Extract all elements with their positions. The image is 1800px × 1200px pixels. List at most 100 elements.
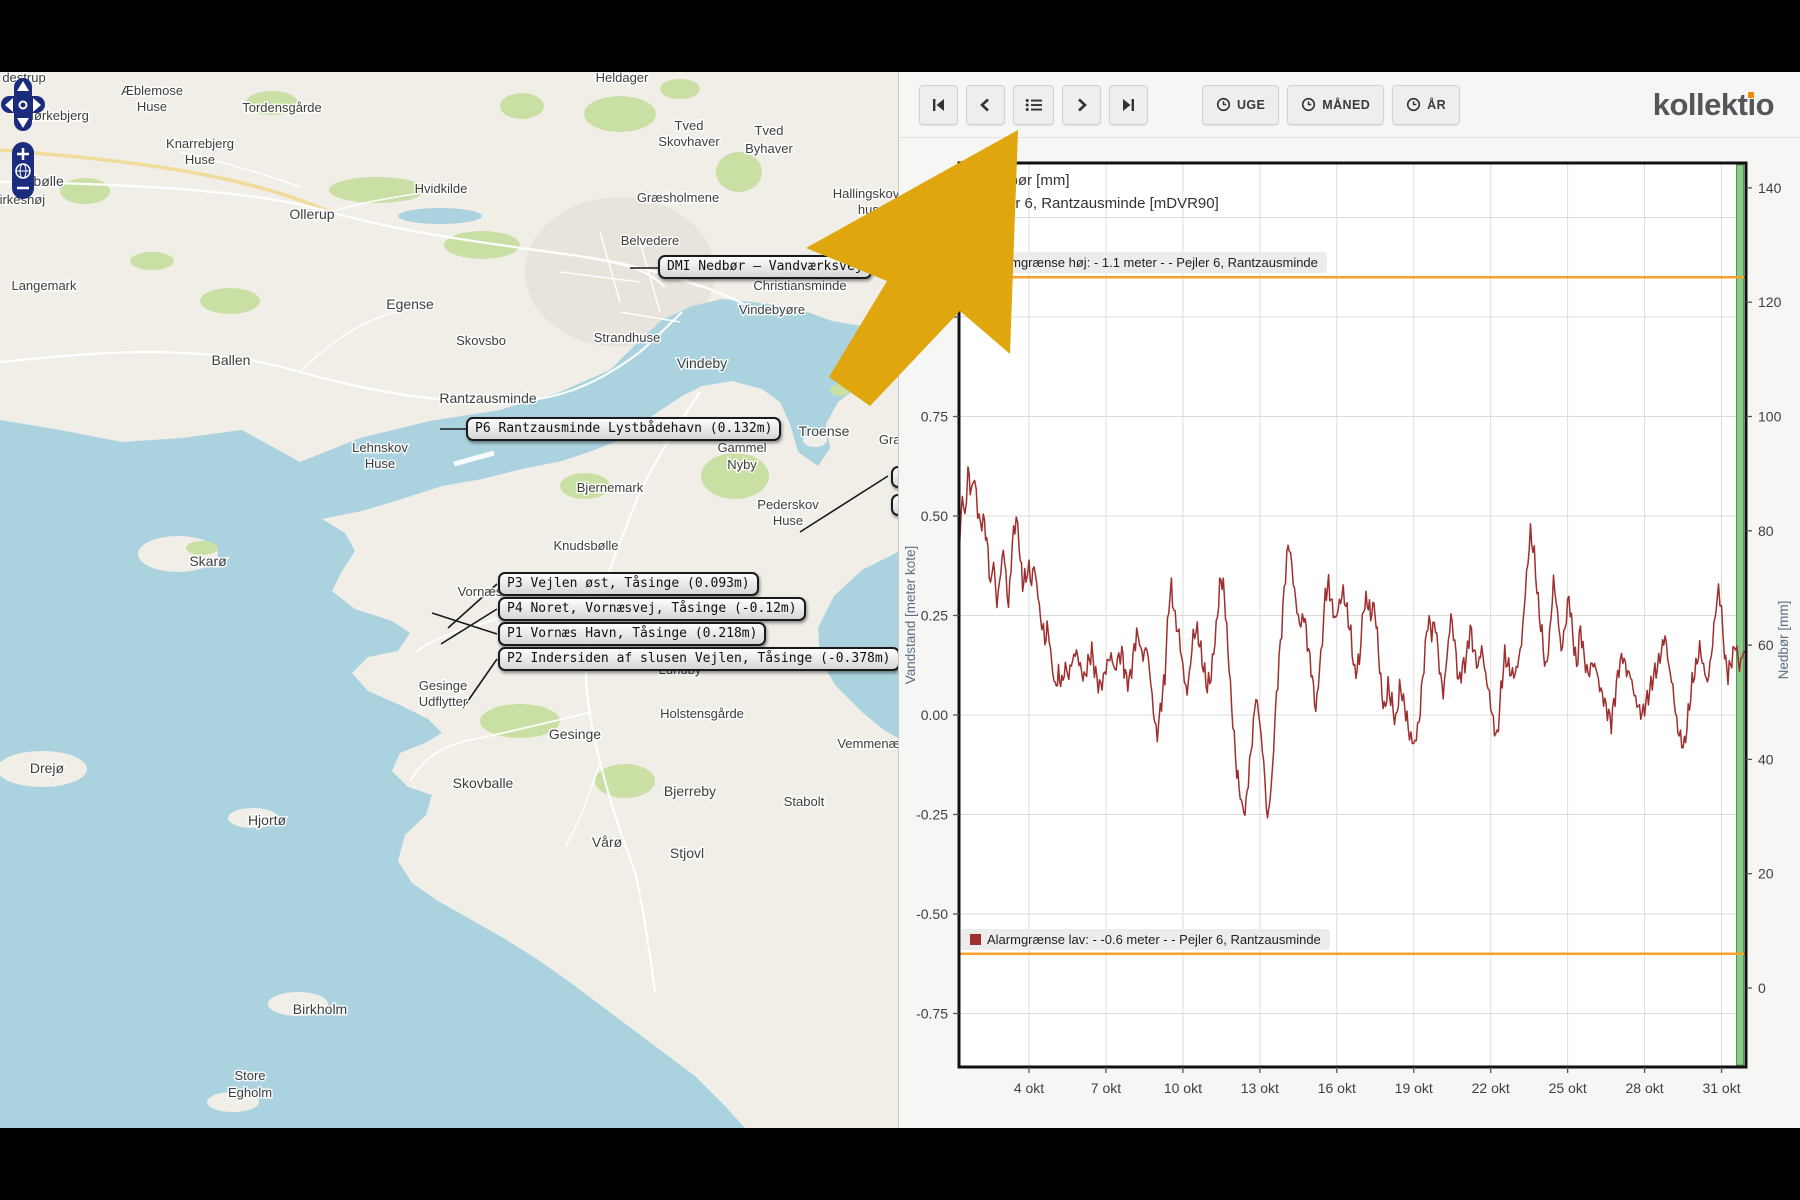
map-place-label: Vornæs [458,584,503,599]
map-place-label: Egense [386,296,434,312]
last-button[interactable] [1109,85,1148,125]
map-marker-tooltip-stub-b[interactable] [891,494,898,516]
letterbox-top [0,0,1800,72]
map-place-label: Huse [773,513,803,528]
alarm-low-label: Alarmgrænse lav: - -0.6 meter - - Pejler… [961,929,1330,950]
map-place-label: Rantzausminde [439,390,536,406]
view-month-button[interactable]: MÅNED [1287,85,1384,125]
map-place-label: Stabolt [784,794,825,809]
right-axis-tick-label: 120 [1758,294,1782,310]
list-icon [1024,97,1043,113]
right-axis-tick-label: 60 [1758,637,1774,653]
map-marker-tooltip-p2-indersiden-af-slusen[interactable]: P2 Indersiden af slusen Vejlen, Tåsinge … [498,647,898,671]
map-place-label: Huse [185,152,215,167]
view-week-button[interactable]: UGE [1202,85,1279,125]
left-axis-tick-label: 0.75 [921,409,948,425]
first-button[interactable] [919,85,958,125]
map-place-label: Skarø [189,553,227,569]
right-axis-tick-label: 140 [1758,180,1782,196]
right-axis-tick-label: 100 [1758,409,1782,425]
next-button[interactable] [1062,85,1101,125]
map-place-label: Skovhaver [658,134,720,149]
water-level-chart[interactable]: 1.251.000.750.500.250.00-0.25-0.50-0.751… [899,72,1800,1128]
x-axis-tick-label: 10 okt [1164,1080,1202,1096]
x-axis-tick-label: 19 okt [1395,1080,1433,1096]
alarm-marker [970,934,981,945]
x-axis-tick-label: 22 okt [1472,1080,1510,1096]
x-axis-tick-label: 31 okt [1702,1080,1740,1096]
left-axis-tick-label: -0.25 [916,807,948,823]
x-axis-tick-label: 13 okt [1241,1080,1279,1096]
map-place-label: Skovsbo [456,333,506,348]
skip-to-start-icon [930,97,947,113]
map-place-label: Strandhuse [594,330,661,345]
map-place-label: Hjortø [248,812,287,828]
map-place-label: Knudsbølle [553,538,618,553]
map-place-label: Gesinge [549,726,601,742]
view-year-label: ÅR [1427,98,1446,112]
alarm-marker [970,257,981,268]
legend-swatch-green [963,175,975,187]
map-marker-tooltip-stub-a[interactable] [891,466,898,488]
map-place-label: Gammel [717,440,766,455]
map-place-label: Tved [755,123,784,138]
map-place-label: Belvedere [621,233,680,248]
map-place-label: Gesinge [419,678,467,693]
left-axis-title: Vandstand [meter kote] [903,546,918,685]
legend-item-pejler: Pejler 6, Rantzausminde [mDVR90] [963,195,1219,212]
right-axis-tick-label: 0 [1758,980,1766,996]
right-axis-tick-label: 40 [1758,751,1774,767]
map-place-label: Pederskov [757,497,819,512]
map-lake-hvidkilde [398,208,482,224]
map-place-label: Ollerup [289,206,334,222]
legend-label: Pejler 6, Rantzausminde [mDVR90] [982,195,1219,212]
skip-to-end-icon [1120,97,1137,113]
right-axis-tick-label: 20 [1758,866,1774,882]
chart-legend: Nedbør [mm] Pejler 6, Rantzausminde [mDV… [963,172,1219,218]
map-place-label: Huse [365,456,395,471]
map-controls [0,72,52,222]
chevron-right-icon [1073,97,1090,113]
map-place-label: Ballen [212,352,251,368]
right-axis-title: Nedbør [mm] [1776,601,1791,680]
brand-logo: kollektıo [1653,87,1774,123]
map-place-label: Vindeby [677,355,727,371]
map-place-label: Huse [137,99,167,114]
map-place-label: Holstensgårde [660,706,744,721]
map-place-label: Bjernemark [577,480,644,495]
map-marker-tooltip-p4-noret-vornaesvej[interactable]: P4 Noret, Vornæsvej, Tåsinge (-0.12m) [498,597,806,621]
map-place-label: Vemmenæs [837,736,898,751]
chevron-left-icon [977,97,994,113]
legend-item-nedboer: Nedbør [mm] [963,172,1219,189]
right-axis-tick-label: 80 [1758,523,1774,539]
legend-swatch-red [963,198,975,210]
map-zoom-control[interactable] [12,142,34,199]
map[interactable]: destrupÆblemoseHuseMørkebjergKnarrebjerg… [0,72,898,1128]
map-place-label: Knarrebjerg [166,136,234,151]
map-place-label: Grasten [879,432,898,447]
map-place-label: Tordensgårde [242,100,322,115]
map-place-label: huse [858,202,886,217]
map-marker-tooltip-dmi-nedboer-vandvaerksvej[interactable]: DMI Nedbør – Vandværksvej [658,255,872,279]
x-axis-tick-label: 25 okt [1549,1080,1587,1096]
map-marker-tooltip-p3-vejlen-oest[interactable]: P3 Vejlen øst, Tåsinge (0.093m) [498,572,759,596]
left-axis-tick-label: 0.00 [921,707,948,723]
left-axis-tick-label: 0.25 [921,608,948,624]
map-place-label: Egholm [228,1085,272,1100]
map-marker-tooltip-p1-vornaes-havn[interactable]: P1 Vornæs Havn, Tåsinge (0.218m) [498,622,766,646]
view-week-label: UGE [1237,98,1265,112]
left-axis-tick-label: -0.75 [916,1006,948,1022]
prev-button[interactable] [966,85,1005,125]
map-place-label: Drejø [30,760,65,776]
list-button[interactable] [1013,85,1054,125]
left-axis-tick-label: -0.50 [916,906,948,922]
map-place-label: Store [234,1068,265,1083]
map-place-label: Hallingskov [833,186,898,201]
map-place-label: Tved [675,118,704,133]
map-pan-control[interactable] [1,78,45,131]
map-place-label: Stjovl [670,845,704,861]
x-axis-tick-label: 28 okt [1626,1080,1664,1096]
map-marker-tooltip-p6-rantzausminde-lystbaadehavn[interactable]: P6 Rantzausminde Lystbådehavn (0.132m) [466,417,781,441]
view-year-button[interactable]: ÅR [1392,85,1460,125]
letterbox-bottom [0,1128,1800,1200]
